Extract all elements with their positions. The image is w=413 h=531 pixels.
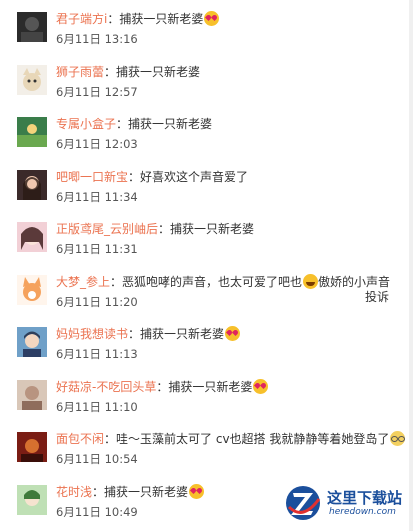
comment-text: 捕获一只新老婆 xyxy=(170,222,255,236)
comment-line: 专属小盒子：捕获一只新老婆 xyxy=(56,116,212,132)
separator: ： xyxy=(128,327,141,341)
separator: ： xyxy=(116,117,129,131)
comment-timestamp: 6月11日 11:20 xyxy=(56,294,138,309)
username-link[interactable]: 正版鸢尾_云别岫后 xyxy=(56,222,158,236)
glasses-emoji-icon xyxy=(390,431,406,446)
comment-item: 大梦_参上：恶狐咆哮的声音，也太可爱了吧也 傲娇的小声音 6月11日 11:20 投诉 xyxy=(0,263,413,315)
avatar[interactable] xyxy=(17,12,47,42)
comment-text: 哇～玉藻前太可了 cv也超搭 我就静静等着她登岛了 xyxy=(116,432,390,446)
avatar[interactable] xyxy=(17,484,47,515)
comment-text: 捕获一只新老婆 xyxy=(140,327,225,341)
comment-line: 正版鸢尾_云别岫后：捕获一只新老婆 xyxy=(56,221,254,237)
avatar[interactable] xyxy=(17,274,47,305)
separator: ： xyxy=(104,64,117,79)
username-link[interactable]: 好菇凉-不吃回头草 xyxy=(56,380,156,394)
comment-timestamp: 6月11日 11:34 xyxy=(56,189,138,204)
separator: ： xyxy=(104,432,117,446)
comment-item: 君子端方i：捕获一只新老婆 6月11日 13:16 xyxy=(0,0,413,52)
love-emoji-icon xyxy=(253,378,269,394)
avatar[interactable] xyxy=(17,169,47,200)
comment-text: 恶狐咆哮的声音，也太可爱了吧也 xyxy=(122,274,303,289)
avatar[interactable] xyxy=(17,379,47,410)
username-link[interactable]: 面包不闲 xyxy=(56,432,104,446)
comment-text: 捕获一只新老婆 xyxy=(116,64,201,79)
comment-text: 捕获一只新老婆 xyxy=(104,484,189,499)
scrollbar[interactable] xyxy=(409,0,413,531)
separator: ： xyxy=(92,484,105,499)
comment-item: 狮子雨蕾：捕获一只新老婆 6月11日 12:57 xyxy=(0,53,413,105)
watermark-url: heredown.com xyxy=(329,507,396,517)
separator: ： xyxy=(156,379,169,394)
comment-item: 妈妈我想读书：捕获一只新老婆 6月11日 11:13 xyxy=(0,315,413,367)
comment-item: 吧唧一口新宝：好喜欢这个声音爱了 6月11日 11:34 xyxy=(0,158,413,210)
comment-text-continued: 傲娇的小声音 xyxy=(318,274,391,289)
comment-line: 花时浅：捕获一只新老婆 xyxy=(56,483,205,500)
separator: ： xyxy=(110,274,123,289)
comment-line: 好菇凉-不吃回头草：捕获一只新老婆 xyxy=(56,378,269,395)
avatar[interactable] xyxy=(17,64,47,95)
comment-text: 好喜欢这个声音爱了 xyxy=(140,169,249,184)
comment-timestamp: 6月11日 11:10 xyxy=(56,399,138,414)
username-link[interactable]: 花时浅 xyxy=(56,485,92,499)
username-link[interactable]: 大梦_参上 xyxy=(56,275,110,289)
avatar[interactable] xyxy=(17,327,47,357)
watermark-title: 这里下载站 xyxy=(327,489,403,507)
avatar[interactable] xyxy=(17,222,47,252)
separator: ： xyxy=(128,169,141,184)
love-emoji-icon xyxy=(204,11,220,26)
comment-text: 捕获一只新老婆 xyxy=(168,379,253,394)
comment-line: 妈妈我想读书：捕获一只新老婆 xyxy=(56,326,241,342)
comment-item: 好菇凉-不吃回头草：捕获一只新老婆 6月11日 11:10 xyxy=(0,368,413,420)
comment-line: 君子端方i：捕获一只新老婆 xyxy=(56,11,220,27)
separator: ： xyxy=(107,12,120,26)
comment-item: 专属小盒子：捕获一只新老婆 6月11日 12:03 xyxy=(0,105,413,157)
comment-timestamp: 6月11日 10:49 xyxy=(56,504,138,519)
watermark-logo: 这里下载站 heredown.com xyxy=(285,483,407,525)
avatar[interactable] xyxy=(17,432,47,462)
love-emoji-icon xyxy=(225,326,241,341)
username-link[interactable]: 狮子雨蕾 xyxy=(56,65,104,79)
comment-line: 大梦_参上：恶狐咆哮的声音，也太可爱了吧也 傲娇的小声音 xyxy=(56,273,391,290)
comment-item: 面包不闲：哇～玉藻前太可了 cv也超搭 我就静静等着她登岛了 6月11日 10:5… xyxy=(0,420,413,472)
laugh-emoji-icon xyxy=(303,273,319,289)
comment-timestamp: 6月11日 11:13 xyxy=(56,347,138,361)
z-logo-icon xyxy=(286,486,321,520)
username-link[interactable]: 妈妈我想读书 xyxy=(56,327,128,341)
love-emoji-icon xyxy=(189,483,205,499)
comment-timestamp: 6月11日 10:54 xyxy=(56,452,138,466)
report-link[interactable]: 投诉 xyxy=(365,288,389,305)
comment-item: 正版鸢尾_云别岫后：捕获一只新老婆 6月11日 11:31 xyxy=(0,210,413,262)
comment-text: 捕获一只新老婆 xyxy=(128,117,213,131)
comment-timestamp: 6月11日 12:57 xyxy=(56,84,138,99)
username-link[interactable]: 吧唧一口新宝 xyxy=(56,170,128,184)
comment-line: 面包不闲：哇～玉藻前太可了 cv也超搭 我就静静等着她登岛了 xyxy=(56,431,406,447)
avatar[interactable] xyxy=(17,117,47,147)
comment-timestamp: 6月11日 11:31 xyxy=(56,242,138,256)
username-link[interactable]: 专属小盒子 xyxy=(56,117,116,131)
comment-text: 捕获一只新老婆 xyxy=(119,12,204,26)
comment-line: 吧唧一口新宝：好喜欢这个声音爱了 xyxy=(56,169,248,185)
username-link[interactable]: 君子端方i xyxy=(56,12,107,26)
comment-line: 狮子雨蕾：捕获一只新老婆 xyxy=(56,64,200,80)
separator: ： xyxy=(158,222,171,236)
comment-timestamp: 6月11日 13:16 xyxy=(56,32,138,46)
comment-timestamp: 6月11日 12:03 xyxy=(56,137,138,151)
